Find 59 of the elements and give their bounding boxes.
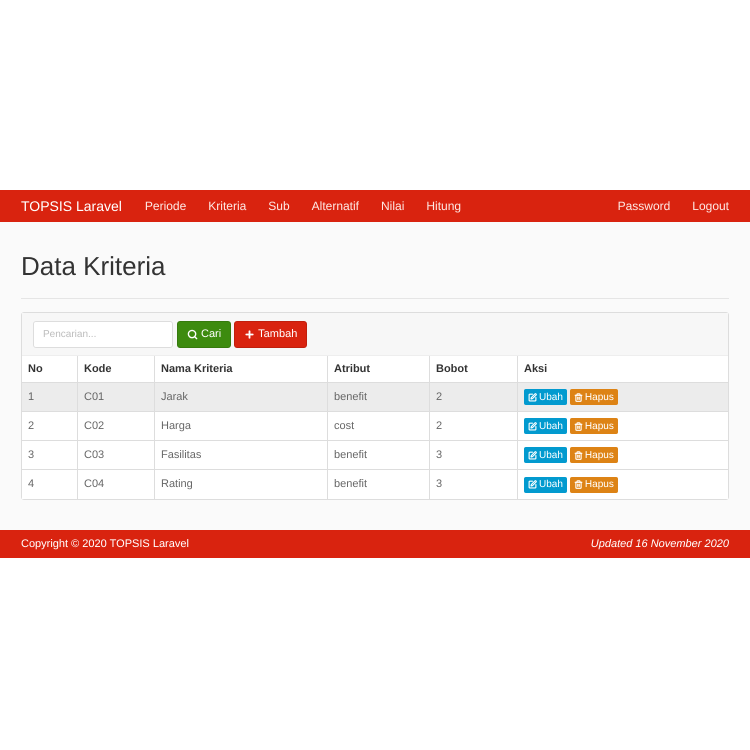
delete-button[interactable]: Hapus xyxy=(570,476,618,492)
search-field[interactable]: Pencarian... xyxy=(33,320,173,348)
column-header: Bobot xyxy=(436,362,468,377)
nav-link[interactable]: Password xyxy=(618,197,670,215)
add-button[interactable]: Tambah xyxy=(234,320,308,348)
brand-link[interactable]: TOPSIS Laravel xyxy=(21,196,122,216)
delete-button[interactable]: Hapus xyxy=(570,447,618,463)
nav-link[interactable]: Periode xyxy=(144,197,186,215)
table-cell-text: 1 xyxy=(28,390,34,405)
search-button[interactable]: Cari xyxy=(177,320,232,348)
trash-icon xyxy=(574,392,583,402)
trash-icon xyxy=(574,422,583,430)
table-cell-text: benefit xyxy=(334,448,368,463)
nav-link[interactable]: Hitung xyxy=(426,197,462,215)
table-cell-text: cost xyxy=(334,418,354,434)
table-cell-text: 2 xyxy=(28,418,34,434)
nav-link[interactable]: Logout xyxy=(692,197,729,215)
copyright-text: Copyright © 2020 TOPSIS Laravel xyxy=(21,536,189,552)
edit-button[interactable]: Ubah xyxy=(524,476,567,492)
table-cell-text: C02 xyxy=(84,418,104,434)
table-cell-text: Fasilitas xyxy=(161,448,202,463)
delete-button[interactable]: Hapus xyxy=(570,418,618,434)
nav-link[interactable]: Nilai xyxy=(381,197,404,215)
delete-button[interactable]: Hapus xyxy=(570,389,618,405)
edit-icon xyxy=(528,422,537,430)
nav-link[interactable]: Alternatif xyxy=(312,197,360,215)
column-header: No xyxy=(28,362,43,377)
table-cell-text: 2 xyxy=(436,390,442,405)
table-cell-text: benefit xyxy=(334,390,368,405)
trash-icon xyxy=(574,480,583,489)
page-title: Data Kriteria xyxy=(21,250,166,283)
nav-link[interactable]: Kriteria xyxy=(208,197,246,215)
column-header: Nama Kriteria xyxy=(161,362,233,377)
trash-icon xyxy=(574,450,583,460)
table-cell-text: C04 xyxy=(84,477,104,492)
table-cell-text: 3 xyxy=(436,477,442,492)
table-cell-text: Jarak xyxy=(161,390,188,405)
edit-icon xyxy=(528,480,537,489)
edit-icon xyxy=(528,450,537,460)
table-cell-text: C03 xyxy=(84,448,104,463)
table-cell-text: 2 xyxy=(436,418,442,434)
edit-icon xyxy=(528,392,537,402)
table-cell-text: benefit xyxy=(334,477,368,492)
updated-text: Updated 16 November 2020 xyxy=(590,536,729,552)
edit-button[interactable]: Ubah xyxy=(524,389,567,405)
column-header: Atribut xyxy=(334,362,370,377)
column-header: Aksi xyxy=(524,362,548,377)
column-header: Kode xyxy=(84,362,112,377)
table-cell-text: Harga xyxy=(161,418,191,434)
search-icon xyxy=(187,328,198,340)
table-cell-text: 3 xyxy=(436,448,442,463)
edit-button[interactable]: Ubah xyxy=(524,447,567,463)
nav-link[interactable]: Sub xyxy=(268,197,290,215)
table-cell-text: 4 xyxy=(28,477,34,492)
plus-icon xyxy=(244,328,256,340)
edit-button[interactable]: Ubah xyxy=(524,418,567,434)
table-cell-text: Rating xyxy=(161,477,193,492)
table-cell-text: C01 xyxy=(84,390,104,405)
table-cell-text: 3 xyxy=(28,448,34,463)
